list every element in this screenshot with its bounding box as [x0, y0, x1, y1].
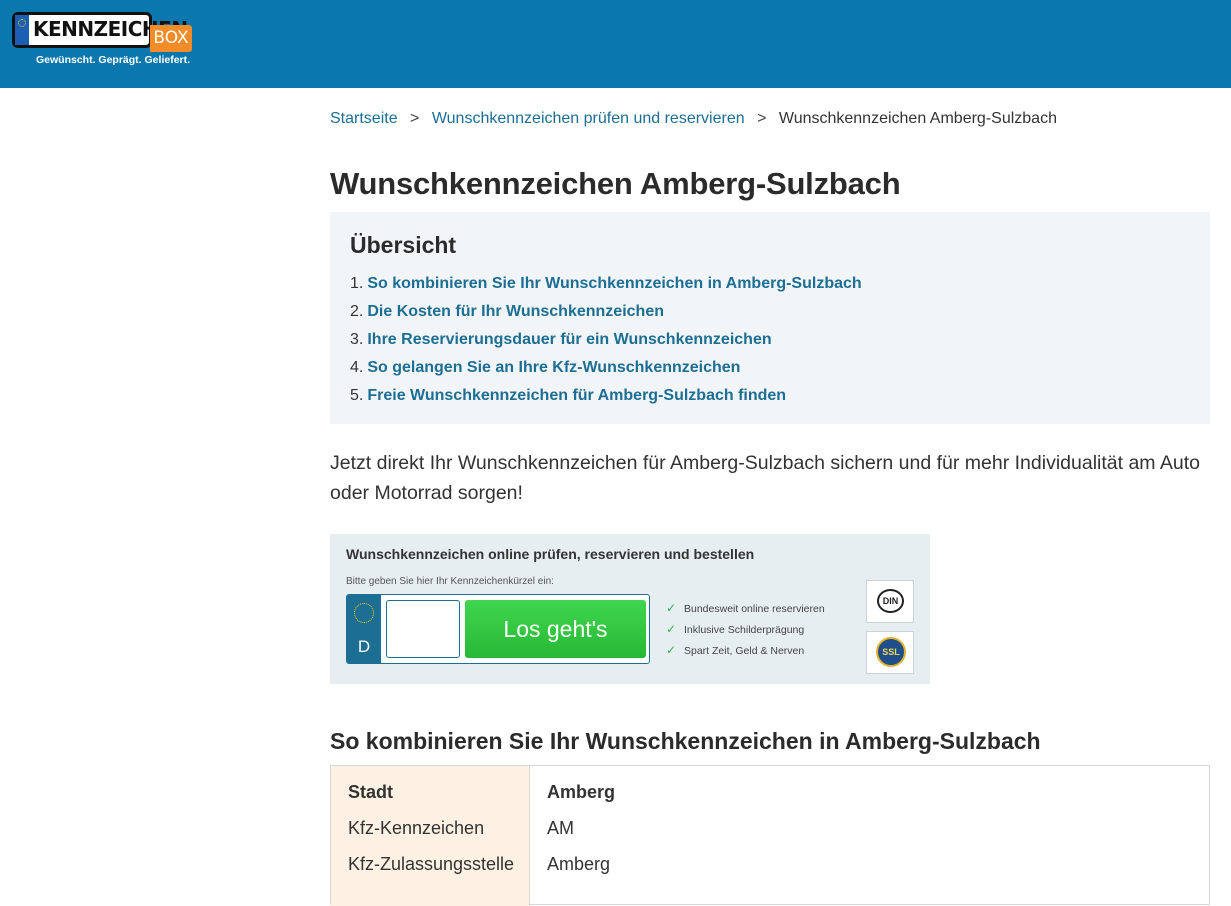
din-badge-icon: DIN	[877, 589, 904, 613]
breadcrumb-separator: >	[410, 110, 420, 127]
breadcrumb-separator: >	[757, 110, 767, 127]
toc-item-number: 3.	[350, 331, 364, 348]
table-key: Stadt	[348, 782, 393, 802]
table-row: Kfz-Kennzeichen AM	[331, 818, 1211, 854]
feature-item: ✓ Inklusive Schilderprägung	[666, 621, 825, 642]
table-key: Kfz-Kennzeichen	[348, 818, 485, 838]
breadcrumb-parent-link[interactable]: Wunschkennzeichen prüfen und reservieren	[432, 110, 745, 127]
toc-list: 1. So kombinieren Sie Ihr Wunschkennzeich…	[350, 273, 1190, 413]
table-row: Kfz-Zulassungsstelle Amberg	[331, 854, 1211, 890]
logo-slogan: Gewünscht. Geprägt. Geliefert.	[36, 54, 191, 66]
eu-stars-icon	[354, 603, 374, 623]
ssl-badge-icon: SSL	[876, 637, 906, 667]
din-seal: DIN	[866, 580, 914, 623]
toc-link-find[interactable]: Freie Wunschkennzeichen für Amberg-Sulzb…	[367, 387, 786, 404]
widget-title: Wunschkennzeichen online prüfen, reservi…	[346, 546, 755, 562]
plate-input-frame: D Los geht's	[346, 594, 650, 664]
breadcrumb-home-link[interactable]: Startseite	[330, 110, 398, 127]
logo-plate: KENNZEICHEN	[12, 12, 188, 48]
section-title-combine: So kombinieren Sie Ihr Wunschkennzeichen…	[330, 728, 1041, 754]
toc-item: 4. So gelangen Sie an Ihre Kfz-Wunschkenn…	[350, 357, 1190, 385]
site-logo[interactable]: KENNZEICHEN BOX Gewünscht. Geprägt. Geli…	[12, 12, 202, 72]
toc-link-obtain[interactable]: So gelangen Sie an Ihre Kfz-Wunschkennze…	[367, 359, 740, 376]
toc-item: 1. So kombinieren Sie Ihr Wunschkennzeich…	[350, 273, 1190, 301]
feature-text: Spart Zeit, Geld & Nerven	[684, 645, 805, 657]
lets-go-button[interactable]: Los geht's	[465, 600, 646, 658]
page-title: Wunschkennzeichen Amberg-Sulzbach	[330, 166, 901, 201]
info-table: Stadt Amberg Kfz-Kennzeichen AM Kfz-Zula…	[330, 765, 1211, 906]
feature-text: Bundesweit online reservieren	[684, 603, 825, 615]
logo-box-tag: BOX	[150, 25, 192, 52]
intro-text: Jetzt direkt Ihr Wunschkennzeichen für A…	[330, 452, 1200, 504]
toc-item-number: 5.	[350, 387, 364, 404]
feature-item: ✓ Spart Zeit, Geld & Nerven	[666, 642, 825, 663]
toc-item-number: 2.	[350, 303, 364, 320]
feature-list: ✓ Bundesweit online reservieren ✓ Inklusiv…	[666, 600, 825, 663]
toc-link-combine[interactable]: So kombinieren Sie Ihr Wunschkennzeichen…	[367, 275, 861, 292]
feature-item: ✓ Bundesweit online reservieren	[666, 600, 825, 621]
check-icon: ✓	[666, 643, 677, 657]
toc-link-costs[interactable]: Die Kosten für Ihr Wunschkennzeichen	[367, 303, 664, 320]
breadcrumb: Startseite > Wunschkennzeichen prüfen un…	[330, 110, 1057, 128]
plate-check-widget: Wunschkennzeichen online prüfen, reservi…	[330, 534, 930, 684]
table-value: Amberg	[547, 854, 611, 874]
table-value: Amberg	[547, 782, 616, 802]
toc-item-number: 4.	[350, 359, 364, 376]
toc-item: 5. Freie Wunschkennzeichen für Amberg-Sul…	[350, 385, 1190, 413]
feature-text: Inklusive Schilderprägung	[684, 624, 805, 636]
site-header: KENNZEICHEN BOX Gewünscht. Geprägt. Geli…	[0, 0, 1231, 88]
breadcrumb-current: Wunschkennzeichen Amberg-Sulzbach	[778, 110, 1057, 127]
toc-item-number: 1.	[350, 275, 364, 292]
table-value: AM	[547, 818, 574, 838]
table-key: Kfz-Zulassungsstelle	[348, 854, 515, 874]
table-of-contents: Übersicht 1. So kombinieren Sie Ihr Wunsc…	[330, 212, 1210, 424]
plate-code-input[interactable]	[386, 600, 460, 658]
table-row: Stadt Amberg	[331, 782, 1211, 818]
toc-link-reservation[interactable]: Ihre Reservierungsdauer für ein Wunschke…	[367, 331, 771, 348]
ssl-seal: SSL	[866, 631, 914, 674]
check-icon: ✓	[666, 622, 677, 636]
eu-strip: D	[347, 595, 381, 663]
widget-hint: Bitte geben Sie hier Ihr Kennzeichenkürz…	[346, 576, 554, 587]
eu-flag-icon	[15, 15, 29, 45]
toc-item: 2. Die Kosten für Ihr Wunschkennzeichen	[350, 301, 1190, 329]
toc-heading: Übersicht	[350, 232, 457, 258]
check-icon: ✓	[666, 601, 677, 615]
toc-item: 3. Ihre Reservierungsdauer für ein Wunsch…	[350, 329, 1190, 357]
country-letter: D	[357, 637, 371, 656]
